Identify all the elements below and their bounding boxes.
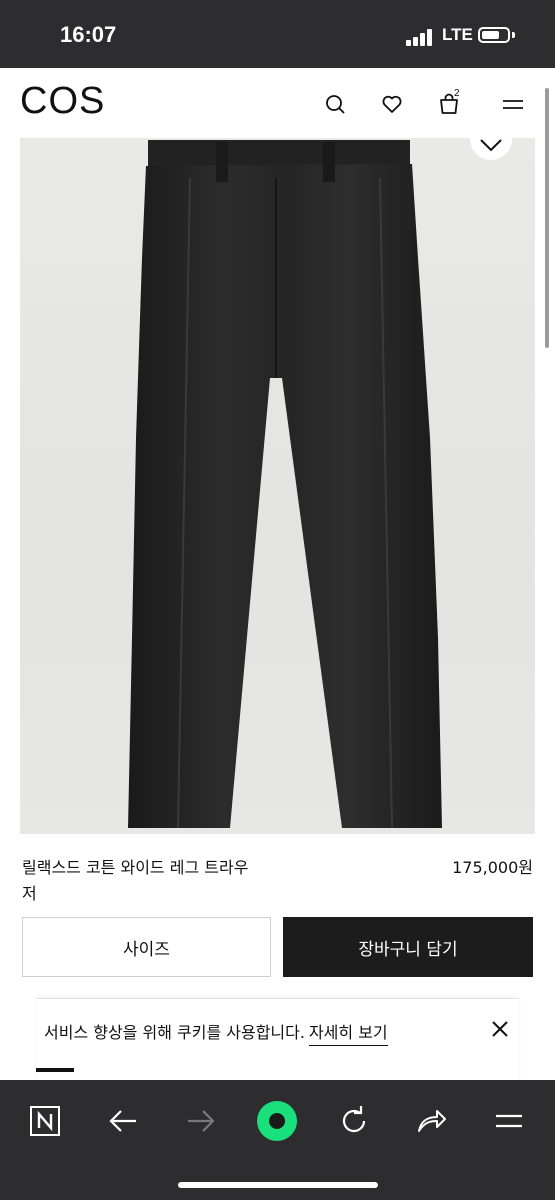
cellular-signal-icon — [406, 28, 436, 46]
network-label: LTE — [442, 25, 473, 44]
site-header: COS 2 — [0, 68, 555, 138]
cookie-text: 서비스 향상을 위해 쿠키를 사용합니다. 자세히 보기 — [44, 1019, 388, 1046]
search-icon[interactable] — [323, 92, 347, 116]
cos-logo[interactable]: COS — [20, 80, 105, 123]
share-icon[interactable] — [410, 1100, 452, 1142]
refresh-icon[interactable] — [333, 1100, 375, 1142]
cookie-details-link[interactable]: 자세히 보기 — [308, 1023, 388, 1046]
partial-divider — [36, 1068, 74, 1072]
menu-icon[interactable] — [501, 92, 525, 116]
chevron-down-icon — [480, 139, 502, 152]
naver-home-icon[interactable] — [24, 1100, 66, 1142]
cookie-message: 서비스 향상을 위해 쿠키를 사용합니다. — [44, 1023, 305, 1042]
close-icon[interactable] — [490, 1019, 510, 1039]
battery-cap — [512, 32, 515, 38]
product-name: 릴랙스드 코튼 와이드 레그 트라우저 — [22, 858, 249, 903]
add-to-cart-button[interactable]: 장바구니 담기 — [283, 917, 533, 977]
forward-arrow-icon[interactable] — [180, 1100, 222, 1142]
status-bar: 16:07 LTE — [0, 0, 555, 68]
back-arrow-icon[interactable] — [102, 1100, 144, 1142]
size-button[interactable]: 사이즈 — [22, 917, 271, 977]
trousers-illustration — [128, 140, 442, 829]
heart-icon[interactable] — [380, 92, 404, 116]
battery-icon — [478, 27, 510, 43]
cookie-banner: 서비스 향상을 위해 쿠키를 사용합니다. 자세히 보기 — [36, 998, 519, 1081]
home-indicator — [178, 1182, 378, 1188]
green-record-icon[interactable] — [256, 1100, 298, 1142]
bag-count-badge: 2 — [454, 88, 460, 99]
menu-icon[interactable] — [488, 1100, 530, 1142]
status-time: 16:07 — [60, 22, 117, 47]
product-image[interactable] — [20, 138, 535, 834]
product-price: 175,000원 — [452, 858, 533, 877]
page-scrollbar[interactable] — [545, 88, 549, 348]
